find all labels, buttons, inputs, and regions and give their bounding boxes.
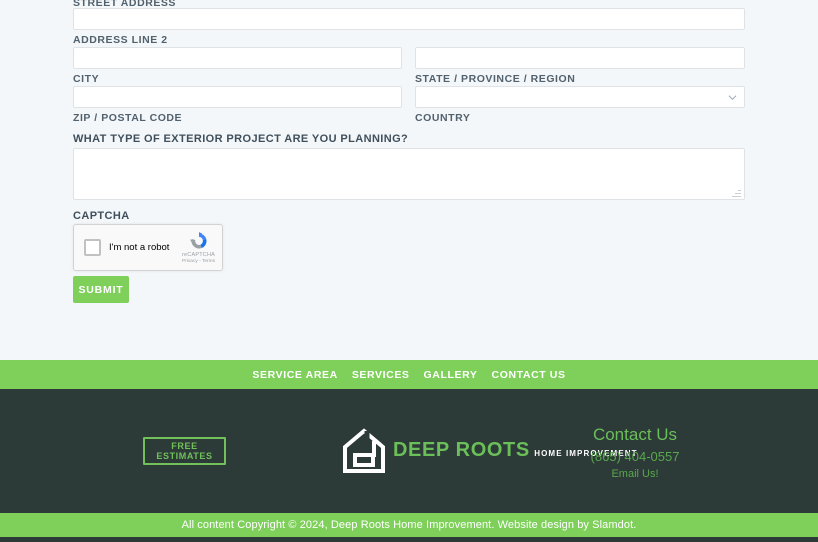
- recaptcha-widget[interactable]: I'm not a robot reCAPTCHA Privacy - Term…: [73, 224, 223, 271]
- bottom-strip: [0, 537, 818, 542]
- free-estimates-button[interactable]: FREE ESTIMATES: [143, 437, 226, 465]
- recaptcha-checkbox[interactable]: [84, 239, 101, 256]
- nav-item-services[interactable]: SERVICES: [352, 369, 410, 381]
- logo-title: DEEP ROOTS: [393, 439, 530, 461]
- copyright-bar: All content Copyright © 2024, Deep Roots…: [0, 513, 818, 537]
- contact-us-heading: Contact Us: [540, 424, 730, 445]
- nav-item-gallery[interactable]: GALLERY: [424, 369, 478, 381]
- nav-item-contact-us[interactable]: CONTACT US: [492, 369, 566, 381]
- chevron-down-icon: [728, 93, 737, 102]
- recaptcha-checkbox-label: I'm not a robot: [109, 242, 169, 253]
- footer-nav: SERVICE AREA SERVICES GALLERY CONTACT US: [0, 360, 818, 389]
- zip-postal-code-label: ZIP / POSTAL CODE: [73, 112, 182, 124]
- city-input[interactable]: [73, 47, 402, 69]
- country-select[interactable]: [415, 86, 745, 108]
- submit-button[interactable]: SUBMIT: [73, 276, 129, 303]
- contact-email-link[interactable]: Email Us!: [540, 466, 730, 483]
- copyright-text: All content Copyright © 2024, Deep Roots…: [182, 519, 637, 531]
- street-address-input[interactable]: [73, 8, 745, 30]
- recaptcha-logo-icon: [188, 230, 210, 252]
- deep-roots-house-logo-icon: [343, 427, 385, 473]
- state-province-region-label: STATE / PROVINCE / REGION: [415, 73, 575, 85]
- captcha-label: CAPTCHA: [73, 210, 130, 222]
- address-line-2-label: ADDRESS LINE 2: [73, 34, 168, 46]
- contact-phone-link[interactable]: (865) 404-0557: [540, 447, 730, 466]
- nav-item-service-area[interactable]: SERVICE AREA: [252, 369, 337, 381]
- city-label: CITY: [73, 73, 99, 85]
- project-type-textarea[interactable]: [73, 148, 745, 200]
- state-province-region-input[interactable]: [415, 47, 745, 69]
- page-root: STREET ADDRESS ADDRESS LINE 2 CITY STATE…: [0, 0, 818, 542]
- recaptcha-branding: reCAPTCHA Privacy - Terms: [182, 230, 215, 264]
- address-form: STREET ADDRESS ADDRESS LINE 2 CITY STATE…: [0, 0, 818, 360]
- zip-postal-code-input[interactable]: [73, 86, 402, 108]
- country-label: COUNTRY: [415, 112, 470, 124]
- footer-contact-block: Contact Us (865) 404-0557 Email Us!: [540, 424, 730, 483]
- recaptcha-privacy-terms[interactable]: Privacy - Terms: [182, 260, 215, 265]
- project-type-label: WHAT TYPE OF EXTERIOR PROJECT ARE YOU PL…: [73, 133, 408, 145]
